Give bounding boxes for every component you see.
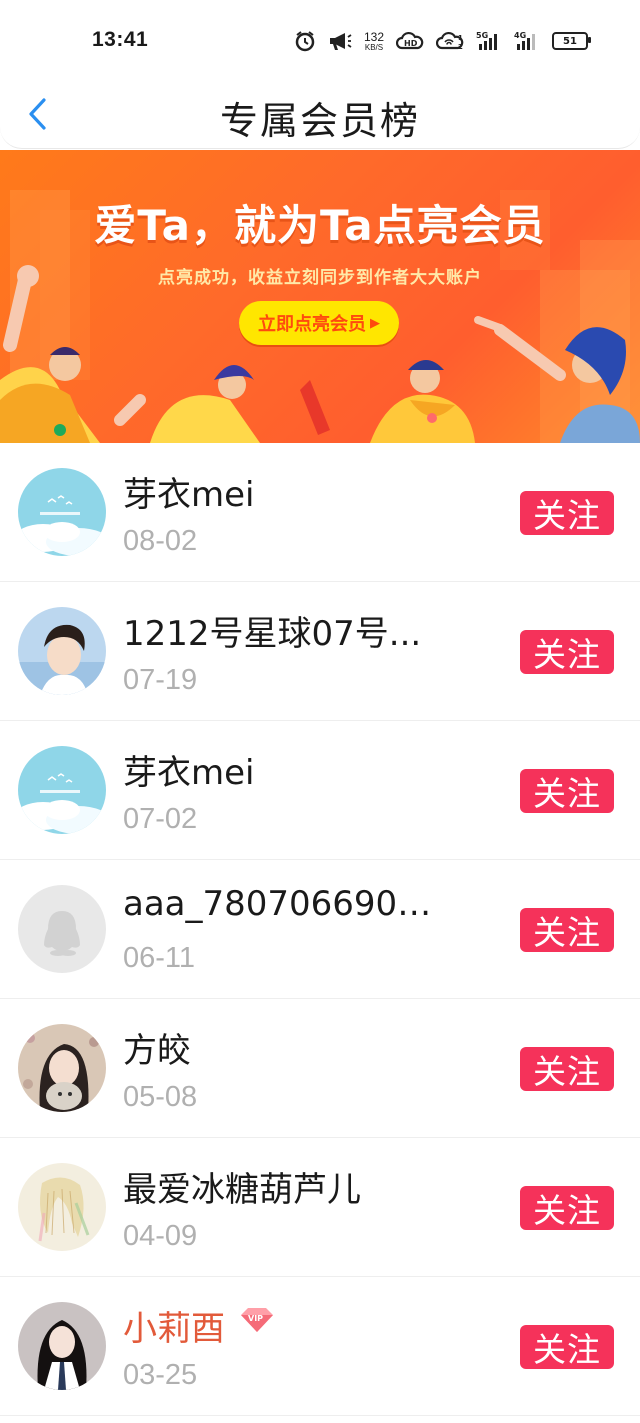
user-name[interactable]: 方皎 — [123, 1023, 191, 1072]
item-date: 07-19 — [123, 664, 198, 696]
user-name[interactable]: 芽衣mei — [123, 467, 254, 516]
user-name[interactable]: 小莉酉 — [123, 1301, 225, 1350]
boy-portrait-avatar[interactable] — [18, 607, 106, 695]
list-item[interactable]: 小莉酉 VIP 03-25 关注 — [0, 1277, 640, 1416]
default-penguin-avatar[interactable] — [18, 885, 106, 973]
promo-banner[interactable]: 爱Ta，就为Ta点亮会员 点亮成功，收益立刻同步到作者大大账户 立即点亮会员 ▶ — [0, 150, 640, 443]
sky-clouds-avatar[interactable] — [18, 468, 106, 556]
vip-diamond-icon: VIP — [241, 1308, 273, 1332]
item-date: 04-09 — [123, 1220, 198, 1252]
wifi-icon: 12 — [436, 31, 464, 51]
list-item[interactable]: 1212号星球07号... 07-19 关注 — [0, 582, 640, 721]
list-item[interactable]: aaa_7807066905... 06-11 关注 — [0, 860, 640, 999]
item-date: 03-25 — [123, 1359, 198, 1391]
follow-button[interactable]: 关注 — [520, 1186, 614, 1230]
svg-text:4G: 4G — [514, 31, 526, 40]
status-bar: 13:41 132 KB/S HD 12 5G 4G 51 — [0, 0, 640, 80]
svg-text:VIP: VIP — [248, 1314, 263, 1323]
play-arrow-icon: ▶ — [370, 315, 380, 331]
list-item[interactable]: 芽衣mei 08-02 关注 — [0, 443, 640, 582]
follow-button[interactable]: 关注 — [520, 1047, 614, 1091]
item-date: 08-02 — [123, 525, 198, 557]
svg-text:5G: 5G — [476, 31, 488, 40]
follow-button[interactable]: 关注 — [520, 491, 614, 535]
item-date: 05-08 — [123, 1081, 198, 1113]
item-date: 06-11 — [123, 942, 196, 974]
follow-button[interactable]: 关注 — [520, 769, 614, 813]
navigation-bar: 专属会员榜 — [0, 80, 640, 149]
megaphone-icon — [328, 31, 352, 51]
user-name[interactable]: aaa_7807066905... — [123, 884, 443, 924]
follow-button[interactable]: 关注 — [520, 908, 614, 952]
hd-cloud-icon: HD — [396, 31, 424, 51]
banner-subtitle: 点亮成功，收益立刻同步到作者大大账户 — [158, 268, 482, 288]
light-up-membership-button[interactable]: 立即点亮会员 ▶ — [239, 301, 399, 345]
signal-4g-icon: 4G — [514, 30, 540, 52]
signal-5g-icon: 5G — [476, 30, 502, 52]
follow-button[interactable]: 关注 — [520, 1325, 614, 1369]
banner-button-label: 立即点亮会员 — [258, 314, 366, 335]
status-time: 13:41 — [92, 28, 149, 51]
member-list: 芽衣mei 08-02 关注 1212号星球07号... 07-19 关注 芽衣… — [0, 443, 640, 1416]
network-speed-value: 132 — [363, 29, 384, 44]
list-item[interactable]: 芽衣mei 07-02 关注 — [0, 721, 640, 860]
sky-clouds-avatar[interactable] — [18, 746, 106, 834]
banner-headline: 爱Ta，就为Ta点亮会员 — [94, 201, 546, 250]
network-speed: 132 KB/S — [364, 31, 384, 52]
list-item[interactable]: 最爱冰糖葫芦儿 04-09 关注 — [0, 1138, 640, 1277]
sketch-girl-avatar[interactable] — [18, 1163, 106, 1251]
girl-uniform-avatar[interactable] — [18, 1302, 106, 1390]
list-item[interactable]: 方皎 05-08 关注 — [0, 999, 640, 1138]
user-name[interactable]: 芽衣mei — [123, 745, 254, 794]
item-date: 07-02 — [123, 803, 198, 835]
girl-with-cat-avatar[interactable] — [18, 1024, 106, 1112]
user-name[interactable]: 1212号星球07号... — [123, 606, 421, 655]
svg-text:HD: HD — [404, 39, 418, 48]
battery-icon: 51 — [552, 32, 591, 50]
user-name[interactable]: 最爱冰糖葫芦儿 — [123, 1162, 361, 1211]
svg-text:2: 2 — [458, 43, 463, 51]
page-title: 专属会员榜 — [219, 99, 420, 143]
network-speed-unit: KB/S — [364, 42, 384, 52]
follow-button[interactable]: 关注 — [520, 630, 614, 674]
alarm-clock-icon — [294, 30, 316, 52]
svg-text:1: 1 — [458, 34, 463, 42]
status-icons: 132 KB/S HD 12 5G 4G 51 — [294, 28, 591, 54]
